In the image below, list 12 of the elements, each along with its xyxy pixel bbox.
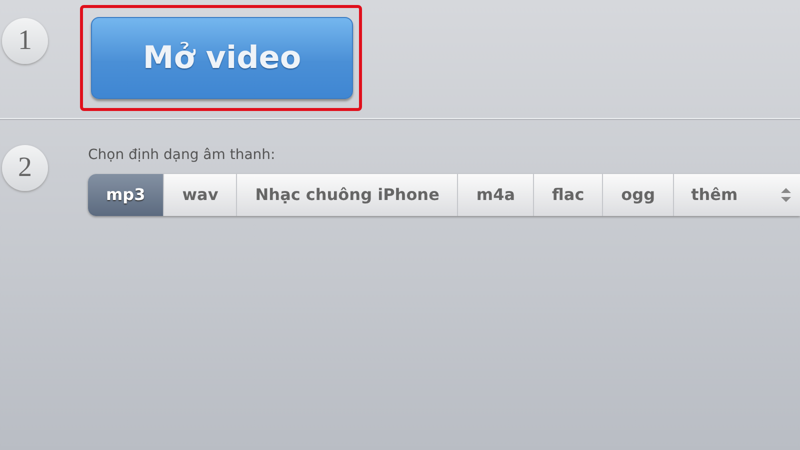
step-number: 2 xyxy=(2,145,48,191)
up-down-caret-icon xyxy=(780,187,792,203)
format-tab[interactable]: Nhạc chuông iPhone xyxy=(237,174,458,216)
more-formats-dropdown[interactable]: thêm xyxy=(674,174,800,216)
format-tab[interactable]: wav xyxy=(164,174,238,216)
format-tab[interactable]: ogg xyxy=(603,174,674,216)
open-video-button[interactable]: Mở video xyxy=(91,17,353,99)
format-tab[interactable]: mp3 xyxy=(88,174,164,216)
format-tab[interactable]: m4a xyxy=(458,174,534,216)
step-number: 1 xyxy=(2,18,48,64)
format-label: Chọn định dạng âm thanh: xyxy=(88,146,276,165)
format-tab[interactable]: flac xyxy=(534,174,604,216)
